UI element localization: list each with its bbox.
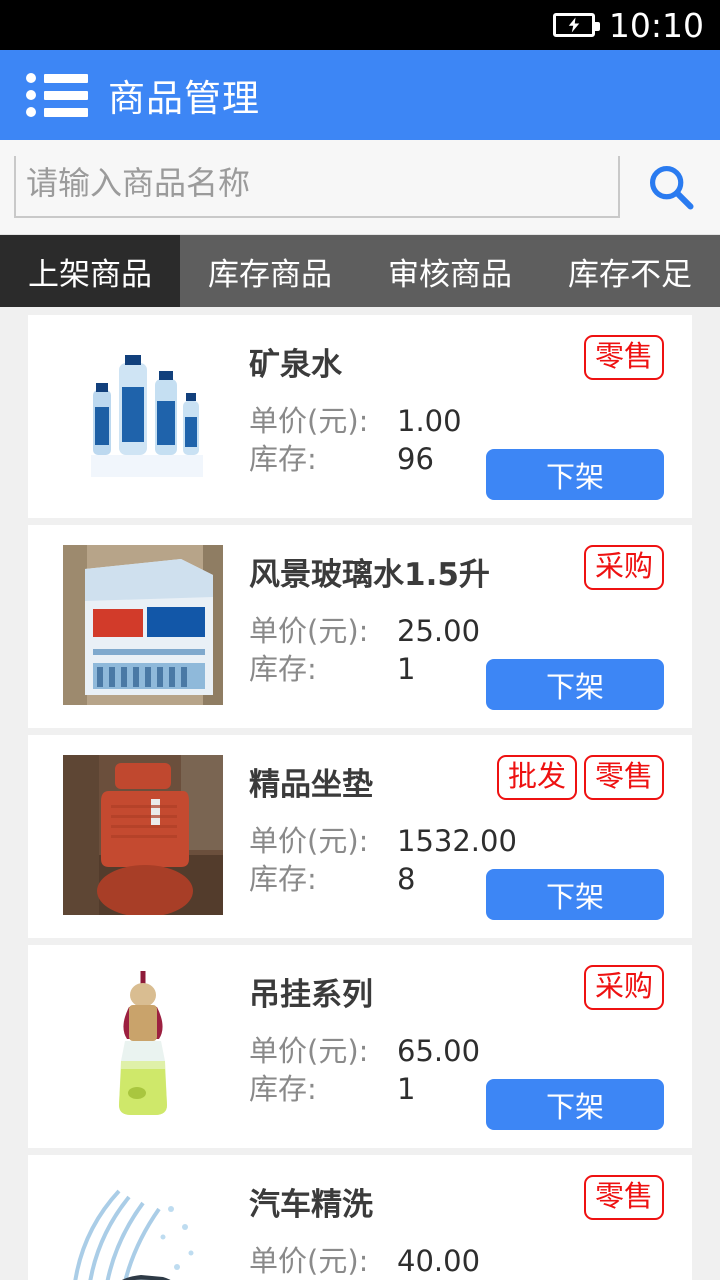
app-header: 商品管理 xyxy=(0,50,720,140)
tab-review[interactable]: 审核商品 xyxy=(360,235,540,307)
page-title: 商品管理 xyxy=(108,77,260,120)
price-value: 25.00 xyxy=(397,614,481,648)
stock-value: 1 xyxy=(397,652,416,686)
status-badge: 零售 xyxy=(583,755,664,800)
car-wash-image xyxy=(63,1175,223,1280)
mineral-water-bottles-image xyxy=(63,335,223,495)
stock-label: 库存: xyxy=(249,442,317,476)
glass-water-carton-image xyxy=(63,545,223,705)
product-price-row: 单价(元): 1.00 xyxy=(249,402,692,440)
price-label: 单价(元): xyxy=(249,404,369,438)
product-card[interactable]: 吊挂系列 单价(元): 65.00 库存: 1 采购 下架 xyxy=(28,945,692,1148)
magnifier-glyph xyxy=(649,165,694,210)
stock-label: 库存: xyxy=(249,862,317,896)
price-value: 40.00 xyxy=(397,1244,481,1278)
price-label: 单价(元): xyxy=(249,614,369,648)
unshelve-button[interactable]: 下架 xyxy=(486,1079,664,1130)
unshelve-button[interactable]: 下架 xyxy=(486,869,664,920)
status-badge: 采购 xyxy=(583,545,664,590)
menu-bar xyxy=(44,107,88,117)
price-label: 单价(元): xyxy=(249,1244,369,1278)
status-badge: 零售 xyxy=(583,335,664,380)
product-price-row: 单价(元): 40.00 xyxy=(249,1242,692,1280)
tab-inventory[interactable]: 库存商品 xyxy=(180,235,360,307)
product-list: 矿泉水 单价(元): 1.00 库存: 96 零售 下架 风景玻璃水1.5升 单… xyxy=(0,307,720,1280)
price-label: 单价(元): xyxy=(249,1034,369,1068)
tab-on-shelf[interactable]: 上架商品 xyxy=(0,235,180,307)
product-thumbnail xyxy=(63,335,223,495)
bolt-glyph xyxy=(568,17,580,33)
stock-label: 库存: xyxy=(249,1072,317,1106)
price-label: 单价(元): xyxy=(249,824,369,858)
price-value: 1.00 xyxy=(397,404,462,438)
tag-group: 零售 xyxy=(583,335,664,380)
stock-value: 8 xyxy=(397,862,416,896)
product-thumbnail xyxy=(63,965,223,1125)
tab-low-stock[interactable]: 库存不足 xyxy=(540,235,720,307)
product-thumbnail xyxy=(63,755,223,915)
menu-dot xyxy=(26,90,36,100)
tag-group: 零售 xyxy=(583,1175,664,1220)
menu-bar xyxy=(44,73,88,83)
search-bar xyxy=(0,140,720,235)
product-card[interactable]: 矿泉水 单价(元): 1.00 库存: 96 零售 下架 xyxy=(28,315,692,518)
status-badge: 批发 xyxy=(496,755,577,800)
unshelve-button[interactable]: 下架 xyxy=(486,659,664,710)
menu-row xyxy=(26,90,88,100)
menu-bar xyxy=(44,90,88,100)
menu-dot xyxy=(26,73,36,83)
tab-bar: 上架商品 库存商品 审核商品 库存不足 xyxy=(0,235,720,307)
list-menu-icon[interactable] xyxy=(26,73,88,117)
price-value: 65.00 xyxy=(397,1034,481,1068)
search-icon[interactable] xyxy=(640,156,702,218)
product-price-row: 单价(元): 65.00 xyxy=(249,1032,692,1070)
tag-group: 采购 xyxy=(583,965,664,1010)
product-price-row: 单价(元): 1532.00 xyxy=(249,822,692,860)
hanging-perfume-bottle-image xyxy=(63,965,223,1125)
status-clock: 10:10 xyxy=(608,5,704,45)
status-badge: 零售 xyxy=(583,1175,664,1220)
product-card[interactable]: 精品坐垫 单价(元): 1532.00 库存: 8 批发 零售 下架 xyxy=(28,735,692,938)
product-thumbnail xyxy=(63,545,223,705)
unshelve-button[interactable]: 下架 xyxy=(486,449,664,500)
stock-value: 1 xyxy=(397,1072,416,1106)
status-badge: 采购 xyxy=(583,965,664,1010)
status-bar: 10:10 xyxy=(0,0,720,50)
stock-label: 库存: xyxy=(249,652,317,686)
menu-row xyxy=(26,107,88,117)
car-seat-cushion-image xyxy=(63,755,223,915)
menu-dot xyxy=(26,107,36,117)
tag-group: 批发 零售 xyxy=(496,755,664,800)
product-thumbnail xyxy=(63,1175,223,1280)
battery-charging-icon xyxy=(552,13,600,37)
stock-value: 96 xyxy=(397,442,434,476)
search-input[interactable] xyxy=(14,156,620,218)
menu-row xyxy=(26,73,88,83)
product-price-row: 单价(元): 25.00 xyxy=(249,612,692,650)
price-value: 1532.00 xyxy=(397,824,517,858)
product-card[interactable]: 风景玻璃水1.5升 单价(元): 25.00 库存: 1 采购 下架 xyxy=(28,525,692,728)
tag-group: 采购 xyxy=(583,545,664,590)
product-card[interactable]: 汽车精洗 单价(元): 40.00 库存: 零售 下架 xyxy=(28,1155,692,1280)
